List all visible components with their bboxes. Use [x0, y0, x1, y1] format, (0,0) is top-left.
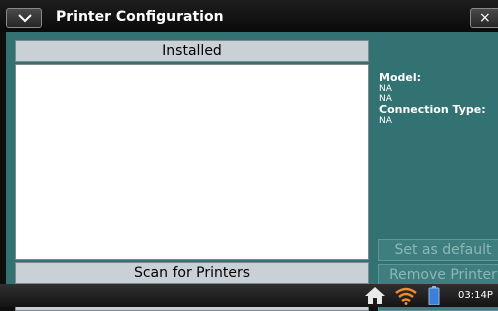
model-value: NA	[379, 84, 392, 94]
clock: 03:14P	[458, 290, 493, 301]
close-button[interactable]: ×	[470, 8, 498, 28]
printer-info: Model: NA NA Connection Type: NA	[379, 71, 486, 127]
installed-printer-list[interactable]	[15, 64, 369, 260]
home-icon[interactable]	[364, 286, 386, 305]
set-default-button[interactable]: Set as default	[378, 239, 498, 261]
title-bar: Printer Configuration ×	[0, 0, 498, 32]
chevron-down-icon	[18, 14, 32, 23]
remove-printer-button[interactable]: Remove Printer	[378, 264, 498, 286]
wifi-icon[interactable]	[394, 286, 418, 305]
installed-header: Installed	[15, 40, 369, 62]
model-label: Model:	[379, 71, 422, 84]
connection-type-label: Connection Type:	[379, 103, 486, 116]
printer-config-panel: Installed Scan for Printers Enter IP Add…	[6, 32, 498, 311]
scan-printers-button[interactable]: Scan for Printers	[15, 262, 369, 284]
taskbar: 03:14P	[0, 284, 498, 307]
connection-type-value: NA	[379, 116, 392, 126]
battery-icon[interactable]	[428, 286, 440, 305]
window-title: Printer Configuration	[56, 9, 224, 25]
window-menu-button[interactable]	[6, 8, 42, 28]
